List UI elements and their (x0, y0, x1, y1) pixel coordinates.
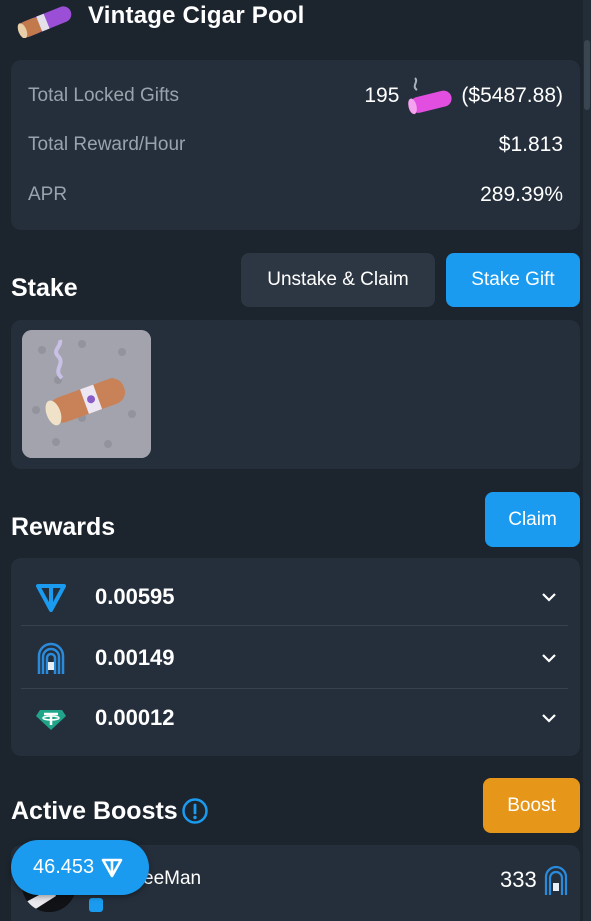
locked-gifts-label: Total Locked Gifts (28, 85, 180, 106)
ton-icon (101, 858, 123, 877)
cigar-gift-icon (22, 330, 151, 458)
unstake-claim-button[interactable]: Unstake & Claim (241, 253, 435, 307)
stat-row-locked: Total Locked Gifts 195 ($5487.88) (28, 77, 563, 115)
claim-button[interactable]: Claim (485, 492, 580, 547)
cigar-icon (17, 6, 72, 38)
divider (21, 625, 568, 626)
reward-item[interactable]: 0.00149 (21, 627, 568, 689)
stat-row-apr: APR 289.39% (28, 180, 563, 210)
chevron-down-icon[interactable] (540, 709, 558, 727)
balance-value: 46.453 (33, 856, 95, 878)
stake-title: Stake (11, 274, 78, 302)
cigar-icon (408, 77, 453, 115)
stake-gift-button[interactable]: Stake Gift (446, 253, 580, 307)
reward-amount: 0.00012 (95, 705, 175, 730)
reward-hour-value: $1.813 (498, 133, 563, 156)
locked-gifts-usd: ($5487.88) (461, 84, 563, 107)
reward-item[interactable]: 0.00012 (21, 687, 568, 749)
locked-gifts-count: 195 (364, 84, 400, 107)
boost-user-name: eeMan (143, 868, 202, 889)
reward-item[interactable]: 0.00595 (21, 566, 568, 628)
reward-amount: 0.00149 (95, 645, 175, 670)
boost-count-value: 333 (500, 867, 537, 892)
apr-label: APR (28, 184, 68, 205)
staked-gift-tile[interactable] (22, 330, 151, 458)
stat-row-reward: Total Reward/Hour $1.813 (28, 130, 563, 160)
rewards-title: Rewards (11, 513, 116, 541)
apr-value: 289.39% (480, 183, 563, 206)
page-title: Vintage Cigar Pool (88, 2, 305, 29)
status-badge (89, 898, 103, 912)
window-edge (583, 0, 591, 921)
chevron-down-icon[interactable] (540, 588, 558, 606)
boost-count: 333 (500, 865, 569, 895)
boost-button[interactable]: Boost (483, 778, 580, 833)
reward-amount: 0.00595 (95, 584, 175, 609)
locked-gifts-value: 195 ($5487.88) (364, 76, 563, 116)
fingerprint-token-icon (37, 642, 65, 674)
fingerprint-token-icon (544, 865, 567, 895)
active-boosts-title: Active Boosts (11, 797, 178, 825)
info-icon[interactable] (181, 797, 209, 825)
rewards-list: 0.00595 0.00149 0.00012 (11, 558, 580, 756)
wallet-balance-button[interactable]: 46.453 (11, 840, 149, 895)
reward-hour-label: Total Reward/Hour (28, 134, 186, 155)
ton-icon (36, 584, 66, 612)
page-header: Vintage Cigar Pool (0, 0, 591, 40)
pool-stats-card: Total Locked Gifts 195 ($5487.88) Total … (11, 60, 580, 230)
chevron-down-icon[interactable] (540, 649, 558, 667)
tether-icon (36, 710, 66, 730)
staked-gifts-card (11, 320, 580, 469)
scrollbar-thumb[interactable] (584, 40, 590, 110)
